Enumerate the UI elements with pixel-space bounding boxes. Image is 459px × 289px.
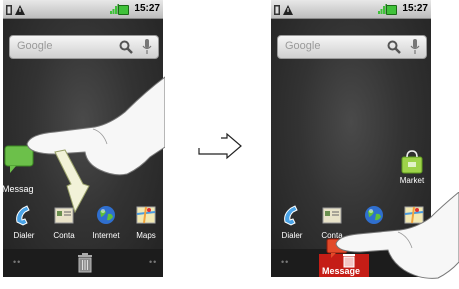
status-bar: 15:27 (3, 0, 163, 19)
clock: 15:27 (402, 3, 428, 14)
microphone-icon[interactable] (410, 39, 420, 54)
bottom-bar: •• •• (3, 249, 163, 277)
status-bar: 15:27 (271, 0, 431, 19)
search-logo: Google (17, 40, 53, 52)
hand-gesture-drop (335, 192, 459, 279)
app-label: Conta (53, 231, 75, 240)
search-icon[interactable] (387, 40, 401, 54)
page-dots-right: •• (149, 257, 158, 267)
page-dots-left: •• (281, 257, 290, 267)
app-label: Maps (136, 231, 156, 240)
step-arrow-icon (198, 132, 242, 160)
app-label: Market (399, 176, 425, 185)
battery-icon (386, 5, 397, 15)
drag-arrow-icon (54, 149, 90, 214)
notification-icons (6, 3, 26, 15)
warning-icon (6, 5, 25, 15)
google-search-widget[interactable]: Google (9, 35, 159, 59)
app-dialer[interactable]: Dialer (275, 202, 309, 246)
page-dots-left: •• (13, 257, 22, 267)
market-icon (401, 150, 423, 174)
trash-icon[interactable] (76, 252, 94, 274)
search-logo: Google (285, 40, 321, 52)
app-market[interactable]: Market (396, 149, 428, 191)
hand-gesture-drag (26, 76, 165, 214)
microphone-icon[interactable] (142, 39, 152, 54)
phone-icon (284, 205, 298, 226)
notification-icons (274, 3, 294, 15)
warning-icon (274, 5, 293, 15)
search-icon[interactable] (119, 40, 133, 54)
google-search-widget[interactable]: Google (277, 35, 427, 59)
clock: 15:27 (134, 3, 160, 14)
battery-icon (118, 5, 129, 15)
